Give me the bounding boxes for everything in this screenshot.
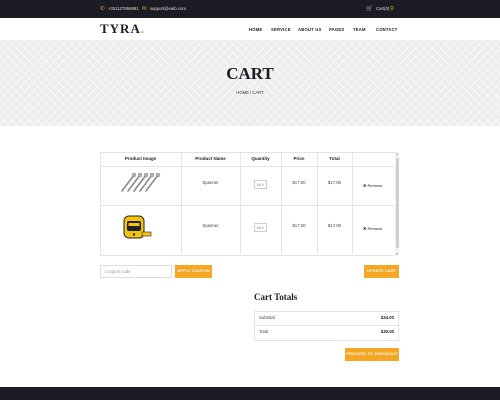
column-divider xyxy=(240,152,241,254)
site-footer xyxy=(0,387,500,400)
product-total: $17.00 xyxy=(327,180,342,185)
product-name[interactable]: Spanner xyxy=(181,223,240,228)
logo-text: TYRA xyxy=(100,21,141,36)
remove-button[interactable]: ✖ Remove xyxy=(363,183,382,188)
proceed-to-checkout-button[interactable]: PROCEED TO CHECKOUT xyxy=(345,348,399,361)
row-divider xyxy=(254,325,399,326)
site-logo[interactable]: TYRA. xyxy=(100,21,145,37)
update-cart-button[interactable]: UPDATE CART xyxy=(364,265,399,278)
column-divider xyxy=(317,152,318,254)
total-label: Total xyxy=(259,329,269,334)
top-bar xyxy=(0,0,500,18)
header-price: Price xyxy=(293,156,305,161)
logo-dot: . xyxy=(140,21,146,36)
column-divider xyxy=(181,152,182,254)
mail-icon: ✉ xyxy=(142,6,147,12)
nav-about-us[interactable]: ABOUT US xyxy=(298,27,321,32)
nav-service[interactable]: SERVICE xyxy=(271,27,291,32)
cart-totals-title: Cart Totals xyxy=(254,292,298,302)
apply-coupon-button[interactable]: APPLY COUPON xyxy=(175,265,212,278)
product-price: $17.00 xyxy=(292,180,306,185)
email-address[interactable]: support@eaib.com xyxy=(150,6,186,11)
cart-count[interactable]: Cart(0) xyxy=(376,6,389,11)
nav-pages[interactable]: PAGES xyxy=(329,27,344,32)
remove-button[interactable]: ✖ Remove xyxy=(363,226,382,231)
cart-link[interactable]: 🛒 Cart(0) xyxy=(366,0,389,18)
cart-icon: 🛒 xyxy=(366,6,373,12)
coupon-input[interactable]: Coupon code xyxy=(100,265,172,278)
subtotal-label: Subtotal xyxy=(259,315,275,320)
row-divider xyxy=(100,205,394,206)
nav-home[interactable]: HOME xyxy=(249,27,262,32)
scroll-down-icon[interactable]: ▼ xyxy=(395,252,399,256)
wrench-set-icon xyxy=(121,172,161,192)
column-divider xyxy=(352,152,353,254)
search-button[interactable]: ⚲ xyxy=(390,0,396,18)
row-divider xyxy=(100,166,394,167)
subtotal-value: $34.00 xyxy=(380,315,394,320)
email-contact[interactable]: ✉ support@eaib.com xyxy=(142,0,186,18)
phone-contact: ✆ +351127856981 xyxy=(100,0,139,18)
product-name[interactable]: Spanner xyxy=(181,180,240,185)
tape-measure-image[interactable] xyxy=(121,212,153,242)
phone-number: +351127856981 xyxy=(107,6,139,11)
search-icon: ⚲ xyxy=(390,6,395,12)
nav-team[interactable]: TEAM xyxy=(353,27,366,32)
header-product-name: Product Name xyxy=(195,156,226,161)
wrench-set-image[interactable] xyxy=(118,170,162,194)
quantity-select[interactable]: 10 ˅ xyxy=(254,223,267,232)
quantity-value: 10 xyxy=(256,226,261,230)
total-value: $30.00 xyxy=(380,329,394,334)
page-title: CART xyxy=(226,64,274,83)
nav-contact[interactable]: CONTACT xyxy=(376,27,398,32)
quantity-select[interactable]: 10 ˅ xyxy=(254,180,267,189)
header-quantity: Quantity xyxy=(251,156,270,161)
chevron-down-icon: ˅ xyxy=(262,226,265,230)
scroll-up-icon[interactable]: ▲ xyxy=(395,152,399,156)
chevron-down-icon: ˅ xyxy=(262,183,265,187)
product-total: $17.00 xyxy=(327,223,342,228)
breadcrumb: HOME / CART xyxy=(236,90,264,95)
tape-measure-icon xyxy=(123,215,152,239)
header-product-image: Product Image xyxy=(124,156,157,161)
column-divider xyxy=(281,152,282,254)
phone-icon: ✆ xyxy=(100,6,105,12)
scrollbar-thumb[interactable] xyxy=(395,158,399,248)
product-price: $17.00 xyxy=(292,223,306,228)
header-total: Total xyxy=(329,156,340,161)
quantity-value: 10 xyxy=(256,183,261,187)
